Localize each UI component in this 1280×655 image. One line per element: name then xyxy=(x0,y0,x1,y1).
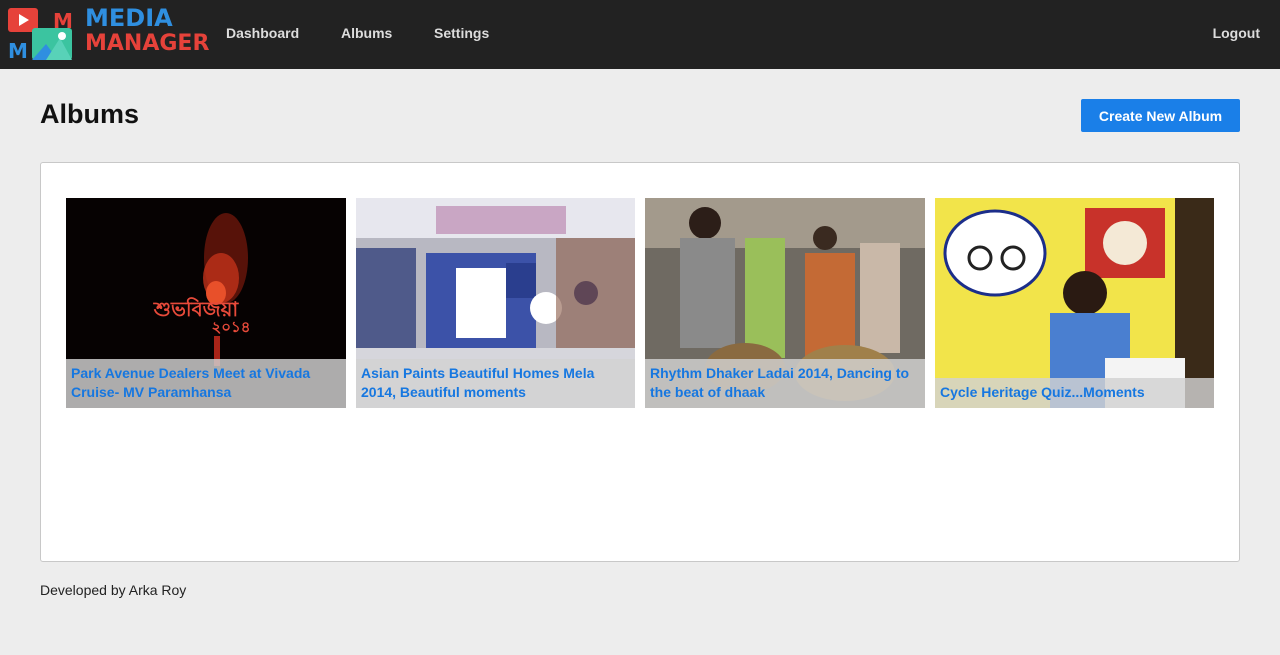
logo-wordmark: MEDIA MANAGER xyxy=(85,4,210,57)
top-navbar: M M MEDIA MANAGER Dashboard Albums Setti… xyxy=(0,0,1280,69)
app-logo[interactable]: M M MEDIA MANAGER xyxy=(8,6,209,64)
media-manager-logo-icon: M M xyxy=(8,8,73,62)
page-title: Albums xyxy=(40,99,140,129)
svg-text:M: M xyxy=(8,39,28,62)
album-thumbnail-quiz xyxy=(935,198,1214,408)
album-title[interactable]: Rhythm Dhaker Ladai 2014, Dancing to the… xyxy=(645,359,925,408)
thumbnail-text-line-2: ২০১৪ xyxy=(212,318,251,336)
create-new-album-button[interactable]: Create New Album xyxy=(1081,99,1240,132)
albums-panel: শুভবিজয়া ২০১৪ Park Avenue Dealers Meet … xyxy=(40,162,1240,562)
album-card[interactable]: শুভবিজয়া ২০১৪ Park Avenue Dealers Meet … xyxy=(66,198,346,408)
album-card[interactable]: Rhythm Dhaker Ladai 2014, Dancing to the… xyxy=(645,198,925,408)
logout-link[interactable]: Logout xyxy=(1213,25,1260,41)
album-title[interactable]: Cycle Heritage Quiz...Moments xyxy=(935,378,1214,408)
album-card[interactable]: Cycle Heritage Quiz...Moments xyxy=(935,198,1214,408)
logo-line-1: MEDIA xyxy=(85,4,173,32)
album-title[interactable]: Park Avenue Dealers Meet at Vivada Cruis… xyxy=(66,359,346,408)
nav-albums-link[interactable]: Albums xyxy=(341,25,392,41)
nav-settings-link[interactable]: Settings xyxy=(434,25,489,41)
album-title[interactable]: Asian Paints Beautiful Homes Mela 2014, … xyxy=(356,359,635,408)
nav-dashboard-link[interactable]: Dashboard xyxy=(226,25,299,41)
album-card[interactable]: Asian Paints Beautiful Homes Mela 2014, … xyxy=(356,198,635,408)
footer-credit: Developed by Arka Roy xyxy=(40,582,187,598)
logo-line-2: MANAGER xyxy=(85,31,210,56)
